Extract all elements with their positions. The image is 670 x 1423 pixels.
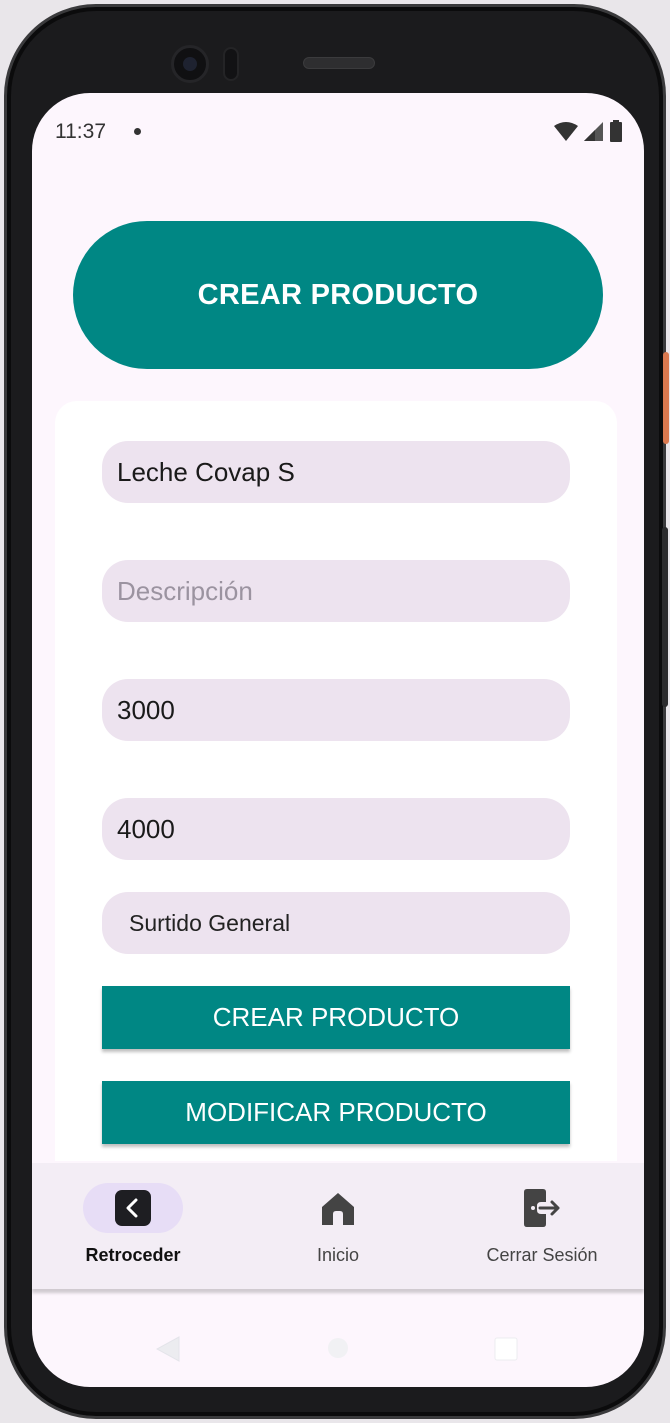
product-name-field[interactable]: Leche Covap S [102,441,570,503]
system-recents-icon[interactable] [494,1337,518,1361]
screen: 11:37 CREAR PRODUCTO Leche Covap S Descr… [32,93,644,1387]
phone-frame: 11:37 CREAR PRODUCTO Leche Covap S Descr… [4,4,669,1419]
nav-label-inicio: Inicio [316,1245,360,1265]
stock-field[interactable]: 4000 [102,798,570,860]
nav-item-cerrar-sesion[interactable]: Cerrar Sesión [472,1163,612,1289]
back-icon [115,1190,151,1226]
nav-item-retroceder[interactable]: Retroceder [83,1163,183,1289]
description-field[interactable]: Descripción [102,560,570,622]
bottom-navigation: Retroceder Inicio Cerrar Sesión [32,1163,644,1289]
nav-item-inicio[interactable]: Inicio [288,1163,388,1289]
nav-label-retroceder: Retroceder [85,1245,181,1265]
product-form-card: Leche Covap S Descripción 3000 4000 Surt… [55,401,617,1161]
nav-pill-cerrar-sesion [492,1183,592,1233]
logout-icon [524,1189,560,1227]
status-time: 11:37 [55,120,106,143]
modify-product-button[interactable]: MODIFICAR PRODUCTO [102,1081,570,1144]
nav-active-indicator [83,1183,183,1233]
category-select[interactable]: Surtido General [102,892,570,954]
status-bar: 11:37 [32,93,644,169]
system-home-icon[interactable] [327,1337,349,1359]
price-field[interactable]: 3000 [102,679,570,741]
home-icon [322,1193,354,1225]
system-back-icon[interactable] [156,1336,180,1362]
cellular-signal-icon [584,122,603,141]
nav-label-cerrar-sesion: Cerrar Sesión [486,1245,598,1265]
front-camera [171,45,209,83]
create-product-button[interactable]: CREAR PRODUCTO [102,986,570,1049]
volume-rocker [662,527,668,707]
status-icons [554,120,622,142]
system-navigation-bar [32,1323,644,1373]
battery-icon [610,120,622,142]
notification-dot-icon [134,128,141,135]
proximity-sensor [223,47,239,81]
wifi-icon [554,122,578,141]
crear-producto-header-button[interactable]: CREAR PRODUCTO [73,221,603,369]
earpiece-speaker [303,57,375,69]
nav-pill-inicio [288,1183,388,1233]
power-button [663,352,669,444]
